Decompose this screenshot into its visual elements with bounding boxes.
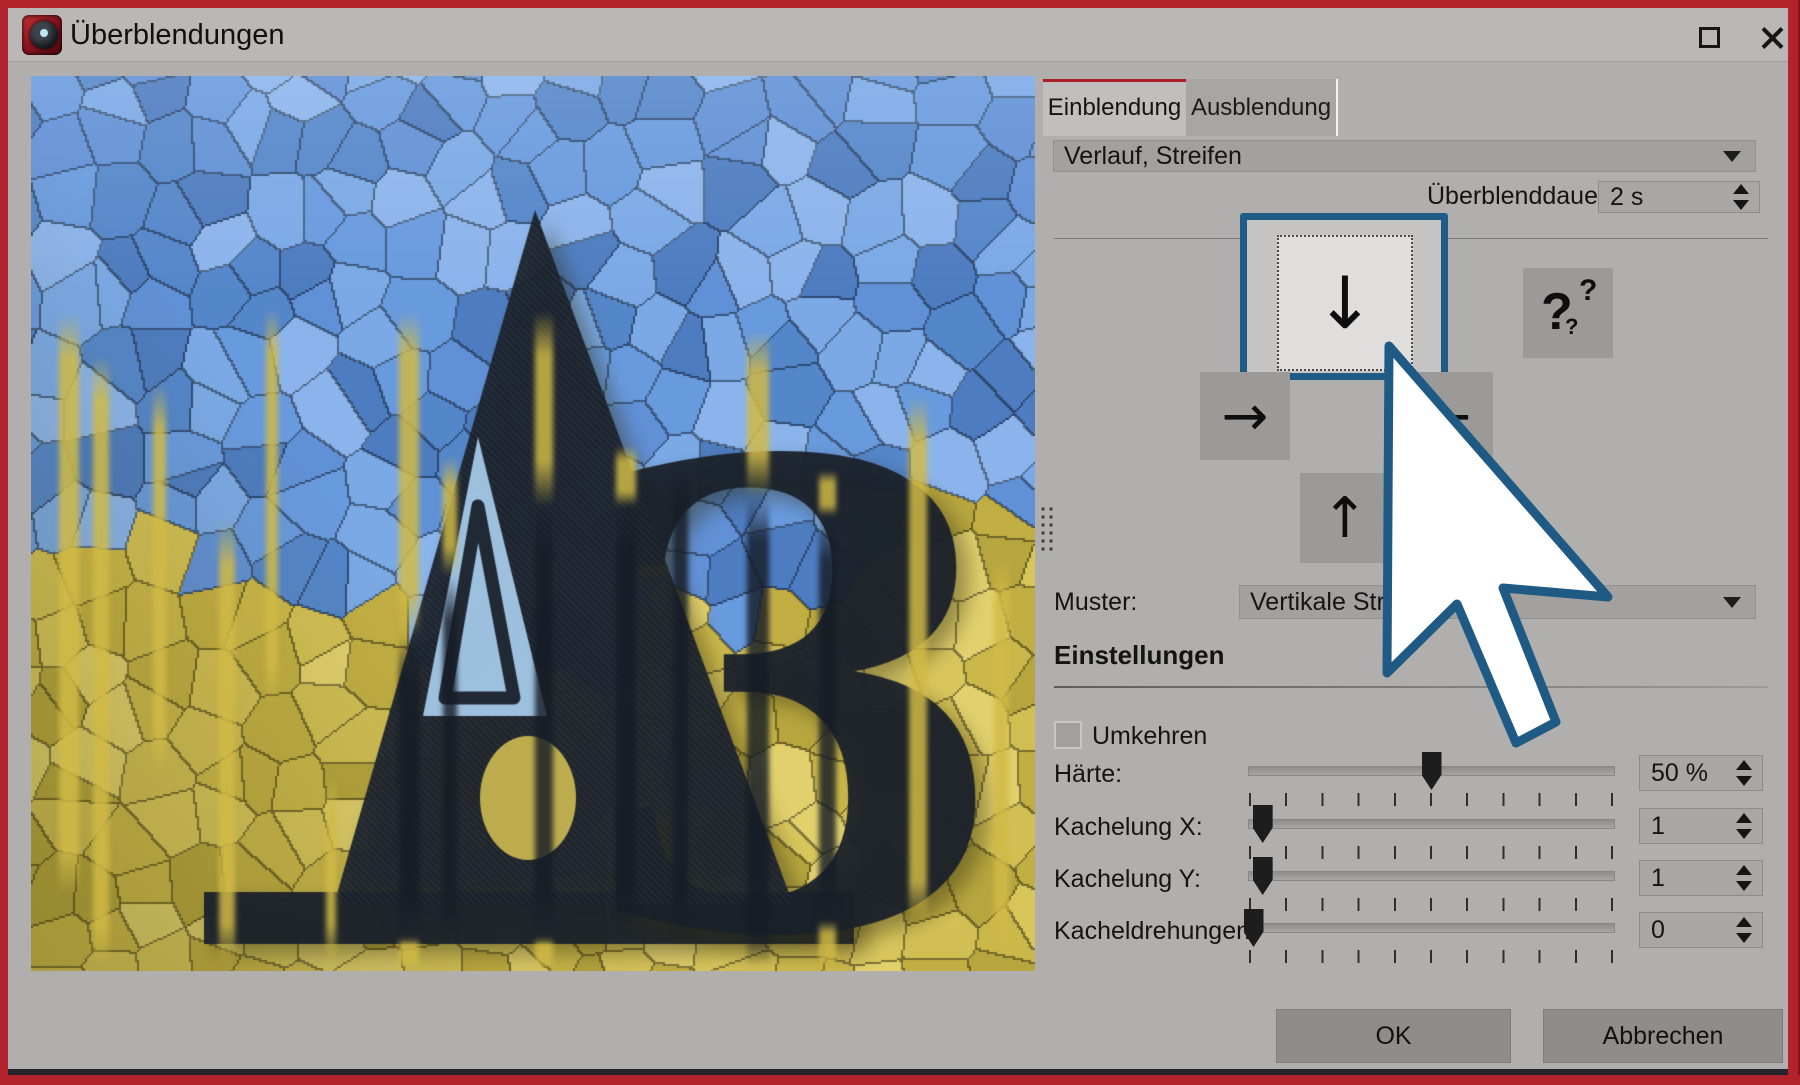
umkehren-checkbox[interactable] (1054, 721, 1082, 749)
maximize-button[interactable] (1688, 20, 1732, 56)
kachelung-y-slider-track[interactable] (1248, 871, 1615, 881)
transitions-dialog: Überblendungen Einblendung Ausblendung V… (0, 0, 1800, 1085)
kachelung-x-ticks (1249, 846, 1613, 859)
muster-label: Muster: (1054, 588, 1137, 617)
haerte-ticks (1249, 793, 1613, 806)
splitter-grip[interactable] (1039, 505, 1055, 551)
direction-left-button[interactable]: ← (1403, 372, 1493, 460)
haerte-field[interactable]: 50 % (1639, 755, 1763, 791)
maximize-icon (1699, 27, 1720, 48)
kachelung-y-label: Kachelung Y: (1054, 865, 1201, 894)
muster-dropdown[interactable]: Vertikale Streifen (1239, 585, 1756, 619)
haerte-label: Härte: (1054, 760, 1122, 789)
kacheldrehungen-field[interactable]: 0 (1639, 912, 1763, 948)
tab-einblendung[interactable]: Einblendung (1043, 79, 1186, 136)
preview-canvas (31, 76, 1035, 971)
muster-value: Vertikale Streifen (1250, 586, 1439, 618)
kacheldrehungen-ticks (1249, 950, 1613, 963)
settings-divider (1054, 686, 1768, 688)
kachelung-x-field[interactable]: 1 (1639, 808, 1763, 844)
kachelung-y-slider-handle[interactable] (1253, 857, 1273, 895)
kacheldrehungen-label: Kacheldrehungen: (1054, 917, 1257, 946)
chevron-down-icon (1723, 597, 1741, 608)
left-arrow-icon: ← (1425, 384, 1472, 449)
transition-type-dropdown[interactable]: Verlauf, Streifen (1053, 140, 1756, 172)
duration-value: 2 s (1610, 182, 1643, 212)
duration-label: Überblenddauer: (1427, 182, 1590, 211)
direction-up-button[interactable]: ↑ (1300, 473, 1390, 563)
kachelung-x-slider-handle[interactable] (1253, 805, 1273, 843)
haerte-slider-handle[interactable] (1422, 752, 1442, 790)
spin-down-icon (1733, 200, 1749, 210)
spin-up-icon (1733, 184, 1749, 194)
kachelung-x-slider-track[interactable] (1248, 819, 1615, 829)
kacheldrehungen-slider-track[interactable] (1248, 923, 1615, 933)
direction-down-button-selected[interactable]: ↓ (1240, 213, 1448, 380)
lens-glint (40, 29, 48, 37)
duration-field[interactable]: 2 s (1598, 181, 1760, 213)
kachelung-y-ticks (1249, 898, 1613, 911)
settings-header: Einstellungen (1054, 640, 1224, 671)
chevron-down-icon (1723, 151, 1741, 162)
transition-type-value: Verlauf, Streifen (1064, 141, 1242, 171)
duration-spinner[interactable] (1731, 182, 1749, 212)
right-arrow-icon: → (1222, 384, 1269, 449)
cancel-button[interactable]: Abbrechen (1543, 1009, 1783, 1063)
up-arrow-icon: ↑ (1322, 486, 1369, 551)
direction-random-button[interactable]: ? ? ? (1523, 268, 1613, 358)
ok-button[interactable]: OK (1276, 1009, 1511, 1063)
kachelung-y-field[interactable]: 1 (1639, 860, 1763, 896)
tab-ausblendung[interactable]: Ausblendung (1186, 79, 1338, 136)
kachelung-x-label: Kachelung X: (1054, 813, 1203, 842)
down-arrow-icon: ↓ (1277, 235, 1413, 371)
window-title: Überblendungen (70, 8, 284, 62)
direction-right-button[interactable]: → (1200, 372, 1290, 460)
title-bar[interactable]: Überblendungen (8, 8, 1788, 62)
umkehren-label: Umkehren (1092, 722, 1207, 751)
app-icon (22, 15, 62, 55)
